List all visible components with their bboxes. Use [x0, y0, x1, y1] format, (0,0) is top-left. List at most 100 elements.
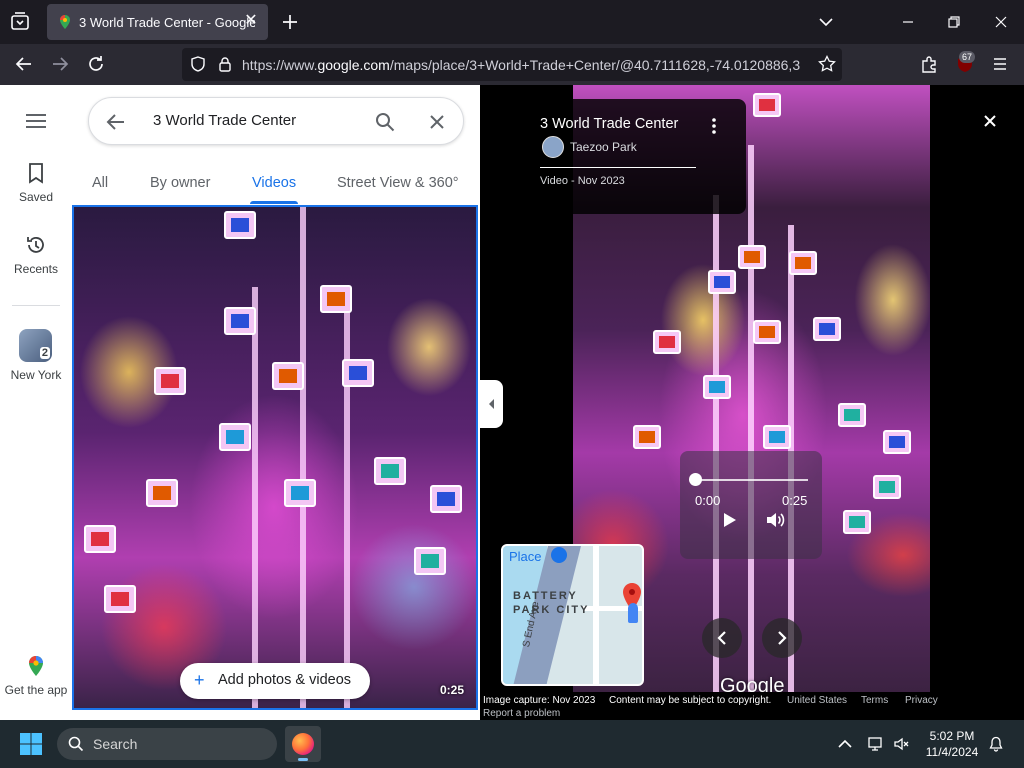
rail-get-app[interactable]: Get the app — [0, 655, 72, 697]
tv-monitor — [224, 307, 256, 335]
url-text: https://www.google.com/maps/place/3+Worl… — [242, 57, 801, 73]
video-progress-track[interactable] — [694, 479, 808, 481]
new-tab-icon[interactable] — [280, 12, 300, 32]
report-problem-link[interactable]: Report a problem — [483, 708, 560, 719]
author-avatar[interactable] — [542, 136, 564, 158]
network-icon[interactable] — [868, 736, 884, 752]
tv-monitor — [284, 479, 316, 507]
tv-monitor — [653, 330, 681, 354]
tab-street-view[interactable]: Street View & 360° — [337, 175, 459, 191]
tv-monitor — [789, 251, 817, 275]
firefox-icon — [292, 733, 314, 755]
minimap-place-label: Place — [509, 549, 542, 564]
back-arrow-icon[interactable] — [105, 111, 127, 133]
tv-monitor — [843, 510, 871, 534]
tracking-protection-shield-icon[interactable] — [190, 56, 206, 72]
chevron-left-icon — [717, 631, 726, 645]
search-icon — [68, 736, 84, 752]
browser-tab-strip: 3 World Trade Center - Google Maps ✕ — [0, 0, 1024, 44]
lock-icon[interactable] — [218, 56, 232, 72]
clock-time: 5:02 PM — [929, 729, 975, 743]
video-thumbnail[interactable]: + Add photos & videos 0:25 — [72, 205, 478, 710]
close-window-icon[interactable] — [991, 12, 1011, 32]
author-name[interactable]: Taezoo Park — [570, 140, 637, 154]
new-york-thumbnail[interactable]: 2 — [19, 329, 52, 362]
clear-search-icon[interactable] — [426, 111, 448, 133]
rail-new-york-label[interactable]: New York — [0, 368, 72, 382]
tab-close-icon[interactable]: ✕ — [242, 12, 260, 30]
rail-saved[interactable]: Saved — [0, 162, 72, 204]
back-icon[interactable] — [14, 54, 34, 74]
new-york-count: 2 — [39, 347, 50, 359]
privacy-link[interactable]: Privacy — [905, 695, 938, 706]
show-hidden-icons-chevron-icon[interactable] — [837, 736, 853, 752]
tv-monitor — [763, 425, 791, 449]
system-clock[interactable]: 5:02 PM 11/4/2024 — [920, 728, 984, 760]
tab-list-icon[interactable] — [8, 10, 32, 34]
extensions-puzzle-icon[interactable] — [919, 54, 939, 74]
minimap-area-label-2: PARK CITY — [513, 604, 590, 616]
next-button[interactable] — [762, 618, 802, 658]
video-progress-knob[interactable] — [689, 473, 702, 486]
volume-icon[interactable] — [765, 510, 785, 530]
tab-all[interactable]: All — [92, 175, 108, 191]
tv-monitor — [414, 547, 446, 575]
google-maps-pin-icon — [25, 655, 47, 677]
notifications-bell-icon[interactable] — [988, 736, 1004, 752]
taskbar-search[interactable]: Search — [57, 728, 277, 760]
copyright-notice: Content may be subject to copyright. — [609, 695, 772, 706]
maps-left-rail: Saved Recents 2 New York Get the app — [0, 85, 72, 720]
add-photos-videos-button[interactable]: + Add photos & videos — [180, 663, 370, 699]
search-icon[interactable] — [374, 111, 396, 133]
time-current: 0:00 — [695, 493, 721, 508]
image-capture-date: Image capture: Nov 2023 — [483, 695, 596, 706]
hamburger-menu-icon[interactable] — [24, 111, 48, 131]
video-player-controls: 0:00 0:25 — [680, 451, 822, 559]
firefox-taskbar-button[interactable] — [285, 726, 321, 762]
tv-monitor — [738, 245, 766, 269]
minimize-window-icon[interactable] — [898, 12, 918, 32]
browser-toolbar: https://www.google.com/maps/place/3+Worl… — [0, 44, 1024, 85]
tv-monitor — [430, 485, 462, 513]
photos-panel: 3 World Trade Center All By owner Videos… — [72, 85, 480, 720]
close-viewer-icon[interactable] — [978, 109, 1002, 133]
bookmark-star-icon[interactable] — [818, 55, 836, 73]
search-box[interactable]: 3 World Trade Center — [88, 97, 464, 145]
minimap-area-label-1: BATTERY — [513, 590, 578, 602]
lock-pin-icon — [551, 547, 567, 563]
tab-by-owner[interactable]: By owner — [150, 175, 210, 191]
search-input[interactable]: 3 World Trade Center — [153, 112, 296, 129]
sculpture-pole — [748, 145, 754, 698]
browser-tab[interactable]: 3 World Trade Center - Google Maps ✕ — [47, 4, 268, 40]
viewer-title: 3 World Trade Center — [540, 116, 679, 132]
tv-monitor — [154, 367, 186, 395]
minimap[interactable]: Place BATTERY PARK CITY S End Ave — [501, 544, 644, 686]
windows-start-icon[interactable] — [19, 732, 43, 756]
rail-recents-label: Recents — [13, 262, 59, 276]
tv-monitor — [703, 375, 731, 399]
terms-link[interactable]: Terms — [861, 695, 888, 706]
play-icon[interactable] — [721, 512, 737, 528]
volume-muted-icon[interactable] — [894, 736, 910, 752]
list-all-tabs-chevron-icon[interactable] — [818, 14, 834, 30]
sculpture-pole — [300, 207, 306, 708]
active-tab-indicator — [250, 201, 298, 204]
country-link[interactable]: United States — [787, 695, 847, 706]
previous-button[interactable] — [702, 618, 742, 658]
app-menu-icon[interactable] — [990, 54, 1010, 74]
bookmark-icon — [25, 162, 47, 184]
more-options-icon[interactable] — [710, 117, 718, 135]
forward-icon[interactable] — [50, 54, 70, 74]
restore-window-icon[interactable] — [944, 12, 964, 32]
rail-divider — [12, 305, 60, 306]
plus-icon: + — [194, 670, 205, 690]
photo-filter-tabs: All By owner Videos Street View & 360° — [72, 165, 480, 205]
reload-icon[interactable] — [86, 54, 106, 74]
tv-monitor — [813, 317, 841, 341]
tv-monitor — [753, 93, 781, 117]
rail-recents[interactable]: Recents — [0, 234, 72, 276]
tab-videos[interactable]: Videos — [252, 175, 296, 191]
collapse-panel-button[interactable] — [480, 380, 503, 428]
address-bar[interactable]: https://www.google.com/maps/place/3+Worl… — [182, 48, 842, 81]
maps-content: Saved Recents 2 New York Get the app 3 W… — [0, 85, 1024, 720]
